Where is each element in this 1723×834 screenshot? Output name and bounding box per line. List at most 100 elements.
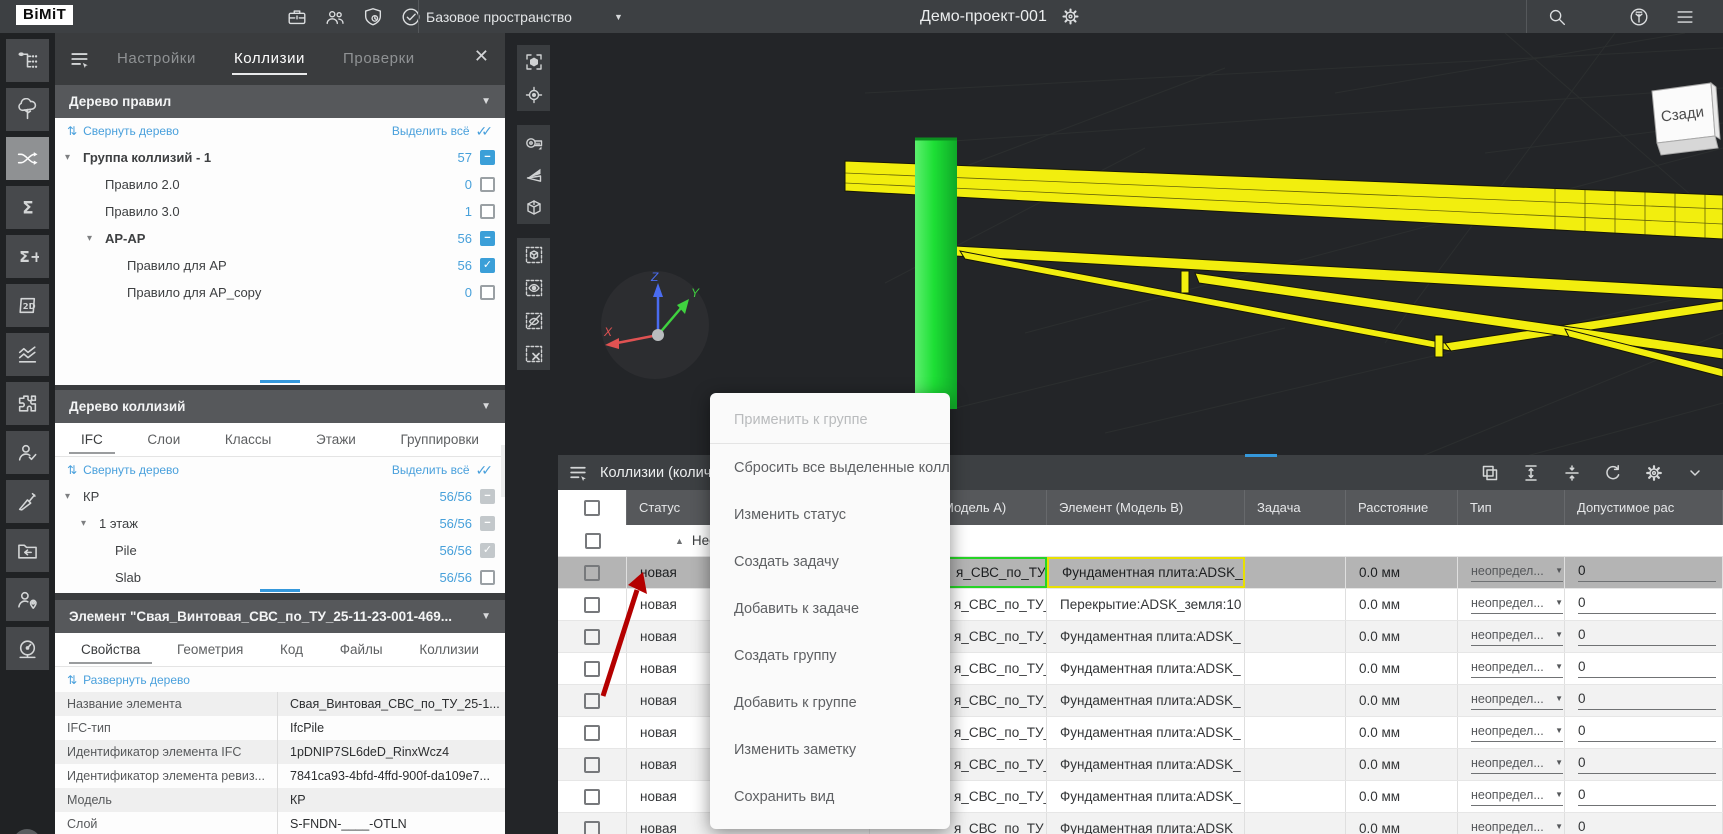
column-header-3[interactable]: Задача — [1245, 490, 1346, 525]
column-header-5[interactable]: Тип — [1458, 490, 1565, 525]
row-checkbox[interactable] — [584, 789, 600, 805]
refresh-icon[interactable] — [1601, 461, 1625, 485]
collapse-rows-icon[interactable] — [1560, 461, 1584, 485]
collapse-tree-link[interactable]: ⇅Свернуть дерево — [67, 463, 179, 477]
app-logo[interactable]: BiMiT — [16, 5, 73, 25]
search-icon[interactable] — [1545, 5, 1569, 29]
collapse-section-icon[interactable]: ▼ — [481, 96, 491, 107]
tree-item[interactable]: Правило 3.01 — [55, 198, 505, 225]
tab-Настройки[interactable]: Настройки — [115, 44, 198, 75]
table-menu-icon[interactable] — [568, 462, 590, 484]
tree-item-checkbox[interactable] — [480, 570, 495, 585]
column-header-6[interactable]: Допустимое рас — [1565, 490, 1723, 525]
expand-tree-link[interactable]: ⇅Развернуть дерево — [67, 673, 190, 687]
allowed-distance-input[interactable]: 0 — [1578, 755, 1716, 774]
allowed-distance-input[interactable]: 0 — [1578, 691, 1716, 710]
sidebar-item-sum[interactable]: Σ — [6, 186, 49, 229]
sidebar-item-charts[interactable] — [6, 333, 49, 376]
selected-pile-element[interactable] — [915, 139, 957, 409]
menu-item-7[interactable]: Изменить заметку — [710, 726, 950, 773]
row-checkbox[interactable] — [584, 757, 600, 773]
expand-rows-icon[interactable] — [1519, 461, 1543, 485]
locate-target-button[interactable] — [517, 78, 550, 111]
tab-Геометрия[interactable]: Геометрия — [173, 634, 247, 666]
sort-asc-icon[interactable]: ▲ — [675, 536, 684, 546]
close-panel-icon[interactable]: ✕ — [474, 47, 489, 65]
table-settings-gear-icon[interactable] — [1642, 461, 1666, 485]
tree-item-checkbox[interactable] — [480, 177, 495, 192]
tab-Этажи[interactable]: Этажи — [312, 424, 360, 456]
section-plane-button[interactable] — [517, 158, 550, 191]
menu-item-2[interactable]: Изменить статус — [710, 491, 950, 538]
tree-item-checkbox[interactable]: ✓ — [480, 258, 495, 273]
sidebar-item-sum-add[interactable]: Σ+ — [6, 235, 49, 278]
row-checkbox[interactable] — [584, 725, 600, 741]
allowed-distance-input[interactable]: 0 — [1578, 819, 1716, 834]
collapse-section-icon[interactable]: ▼ — [481, 401, 491, 412]
type-dropdown[interactable]: неопредел...▼ — [1471, 788, 1563, 806]
expander-icon[interactable]: ▾ — [65, 491, 83, 502]
tree-item[interactable]: Pile56/56✓ — [55, 537, 505, 564]
select-all-link[interactable]: Выделить всё✓✓ — [392, 123, 493, 140]
chevron-down-icon[interactable] — [1683, 461, 1707, 485]
element-header[interactable]: Элемент "Свая_Винтовая_СВС_по_ТУ_25-11-2… — [55, 600, 505, 633]
sidebar-item-user-location[interactable] — [6, 578, 49, 621]
tree-item[interactable]: ▾Группа коллизий - 157− — [55, 144, 505, 171]
sidebar-item-collisions[interactable] — [6, 137, 49, 180]
tree-item[interactable]: Правило для АР56✓ — [55, 252, 505, 279]
tree-item[interactable]: ▾АР-АР56− — [55, 225, 505, 252]
panel-resize-handle[interactable] — [1245, 454, 1277, 457]
tree-item[interactable]: Slab56/56 — [55, 564, 505, 591]
menu-item-4[interactable]: Добавить к задаче — [710, 585, 950, 632]
team-icon[interactable] — [323, 5, 347, 29]
project-settings-gear-icon[interactable] — [1059, 5, 1083, 29]
column-header-2[interactable]: Элемент (Модель B) — [1047, 490, 1245, 525]
expander-icon[interactable]: ▾ — [65, 152, 83, 163]
rules-tree-header[interactable]: Дерево правил ▼ — [55, 85, 505, 118]
tree-item-checkbox[interactable]: − — [480, 231, 495, 246]
collisions-tree-header[interactable]: Дерево коллизий ▼ — [55, 390, 505, 423]
column-header-4[interactable]: Расстояние — [1346, 490, 1458, 525]
bell-icon[interactable] — [1719, 5, 1723, 29]
publish-icon[interactable] — [1627, 5, 1651, 29]
tab-Слои[interactable]: Слои — [143, 424, 184, 456]
tree-item-checkbox[interactable] — [480, 204, 495, 219]
expander-icon[interactable]: ▾ — [81, 518, 99, 529]
type-dropdown[interactable]: неопредел...▼ — [1471, 724, 1563, 742]
type-dropdown[interactable]: неопредел...▼ — [1471, 596, 1563, 614]
orientation-gizmo[interactable]: X Z Y — [601, 270, 709, 379]
sidebar-item-trowel[interactable] — [6, 480, 49, 523]
type-dropdown[interactable]: неопредел...▼ — [1471, 628, 1563, 646]
collapse-section-icon[interactable]: ▼ — [481, 611, 491, 622]
sidebar-item-model-structure[interactable] — [6, 39, 49, 82]
allowed-distance-input[interactable]: 0 — [1578, 723, 1716, 742]
allowed-distance-input[interactable]: 0 — [1578, 659, 1716, 678]
menu-item-8[interactable]: Сохранить вид — [710, 773, 950, 820]
shield-clock-icon[interactable] — [361, 5, 385, 29]
allowed-distance-input[interactable]: 0 — [1578, 595, 1716, 614]
collapse-tree-link[interactable]: ⇅Свернуть дерево — [67, 124, 179, 138]
list-icon[interactable] — [1673, 5, 1697, 29]
type-dropdown[interactable]: неопредел...▼ — [1471, 820, 1563, 834]
tree-item-checkbox[interactable] — [480, 285, 495, 300]
tree-item[interactable]: ▾1 этаж56/56− — [55, 510, 505, 537]
zoom-fit-button[interactable] — [517, 45, 550, 78]
select-all-checkbox[interactable] — [584, 500, 600, 516]
tab-Свойства[interactable]: Свойства — [77, 634, 144, 666]
menu-item-6[interactable]: Добавить к группе — [710, 679, 950, 726]
show-selected-button[interactable] — [517, 271, 550, 304]
tab-Классы[interactable]: Классы — [221, 424, 275, 456]
tab-Коллизии[interactable]: Коллизии — [415, 634, 483, 666]
measure-button[interactable] — [517, 125, 550, 158]
hide-selected-button[interactable] — [517, 304, 550, 337]
allowed-distance-input[interactable]: 0 — [1578, 627, 1716, 646]
section-box-button[interactable] — [517, 191, 550, 224]
tree-item-checkbox[interactable]: − — [480, 150, 495, 165]
sidebar-item-2d-view[interactable]: 2D — [6, 284, 49, 327]
sidebar-item-plugins[interactable] — [6, 382, 49, 425]
type-dropdown[interactable]: неопредел...▼ — [1471, 692, 1563, 710]
tree-item[interactable]: Правило для АР_copy0 — [55, 279, 505, 306]
tree-item-checkbox[interactable]: − — [480, 516, 495, 531]
panel-scrollbar[interactable] — [501, 445, 505, 497]
section-resize-handle[interactable] — [260, 380, 300, 383]
